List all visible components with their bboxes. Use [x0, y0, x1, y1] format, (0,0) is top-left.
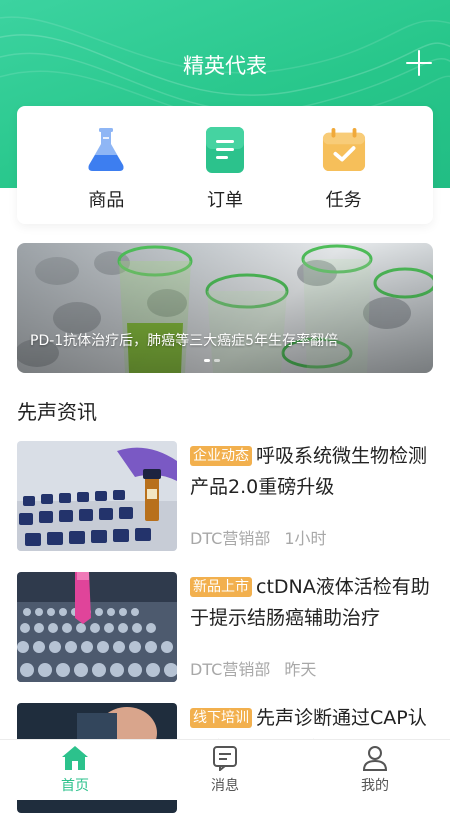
bottom-tab-bar: 首页 消息 我的: [0, 739, 450, 800]
news-headline: 新品上市 ctDNA液体活检有助于提示结肠癌辅助治疗: [190, 572, 433, 634]
quick-action-products[interactable]: 商品: [56, 126, 156, 212]
news-time: 1小时: [284, 529, 327, 548]
test-tubes-image: [17, 243, 433, 373]
profile-icon: [362, 746, 388, 771]
news-tag: 企业动态: [190, 446, 252, 466]
quick-action-label: 任务: [325, 190, 362, 211]
quick-action-orders[interactable]: 订单: [175, 126, 275, 212]
news-banner[interactable]: PD-1抗体治疗后，肺癌等三大癌症5年生存率翻倍: [17, 243, 433, 373]
news-item[interactable]: 企业动态 呼吸系统微生物检测产品2.0重磅升级 DTC营销部 1小时: [17, 441, 433, 551]
message-icon: [213, 746, 237, 771]
news-source: DTC营销部: [190, 529, 271, 548]
news-body: 企业动态 呼吸系统微生物检测产品2.0重磅升级 DTC营销部 1小时: [190, 441, 433, 551]
plus-icon[interactable]: [406, 50, 432, 76]
news-thumbnail: [17, 441, 177, 551]
pagination-dot: [204, 359, 210, 362]
section-title: 先声资讯: [17, 400, 97, 424]
quick-action-tasks[interactable]: 任务: [294, 126, 394, 212]
news-source: DTC营销部: [190, 660, 271, 679]
pagination-dot: [214, 359, 220, 362]
news-meta: DTC营销部 昨天: [190, 656, 316, 680]
home-icon: [62, 746, 88, 770]
news-body: 新品上市 ctDNA液体活检有助于提示结肠癌辅助治疗 DTC营销部 昨天: [190, 572, 433, 682]
quick-actions-card: 商品 订单 任务: [17, 106, 433, 224]
quick-action-label: 商品: [88, 190, 125, 211]
news-thumbnail: [17, 572, 177, 682]
banner-caption: PD-1抗体治疗后，肺癌等三大癌症5年生存率翻倍: [30, 333, 339, 349]
calendar-check-icon: [322, 126, 366, 174]
tab-home[interactable]: 首页: [25, 745, 125, 795]
quick-action-label: 订单: [206, 190, 243, 211]
tab-label: 消息: [211, 778, 239, 794]
news-item[interactable]: 新品上市 ctDNA液体活检有助于提示结肠癌辅助治疗 DTC营销部 昨天: [17, 572, 433, 682]
order-document-icon: [203, 126, 247, 174]
news-time: 昨天: [284, 660, 317, 679]
page-title: 精英代表: [183, 54, 267, 78]
news-headline: 企业动态 呼吸系统微生物检测产品2.0重磅升级: [190, 441, 433, 503]
banner-pagination: [204, 359, 220, 362]
news-tag: 新品上市: [190, 577, 252, 597]
news-meta: DTC营销部 1小时: [190, 525, 327, 549]
news-tag: 线下培训: [190, 708, 252, 728]
tab-label: 首页: [61, 778, 89, 794]
tab-profile[interactable]: 我的: [325, 745, 425, 795]
tab-label: 我的: [361, 778, 389, 794]
tab-messages[interactable]: 消息: [175, 745, 275, 795]
flask-icon: [84, 126, 128, 174]
